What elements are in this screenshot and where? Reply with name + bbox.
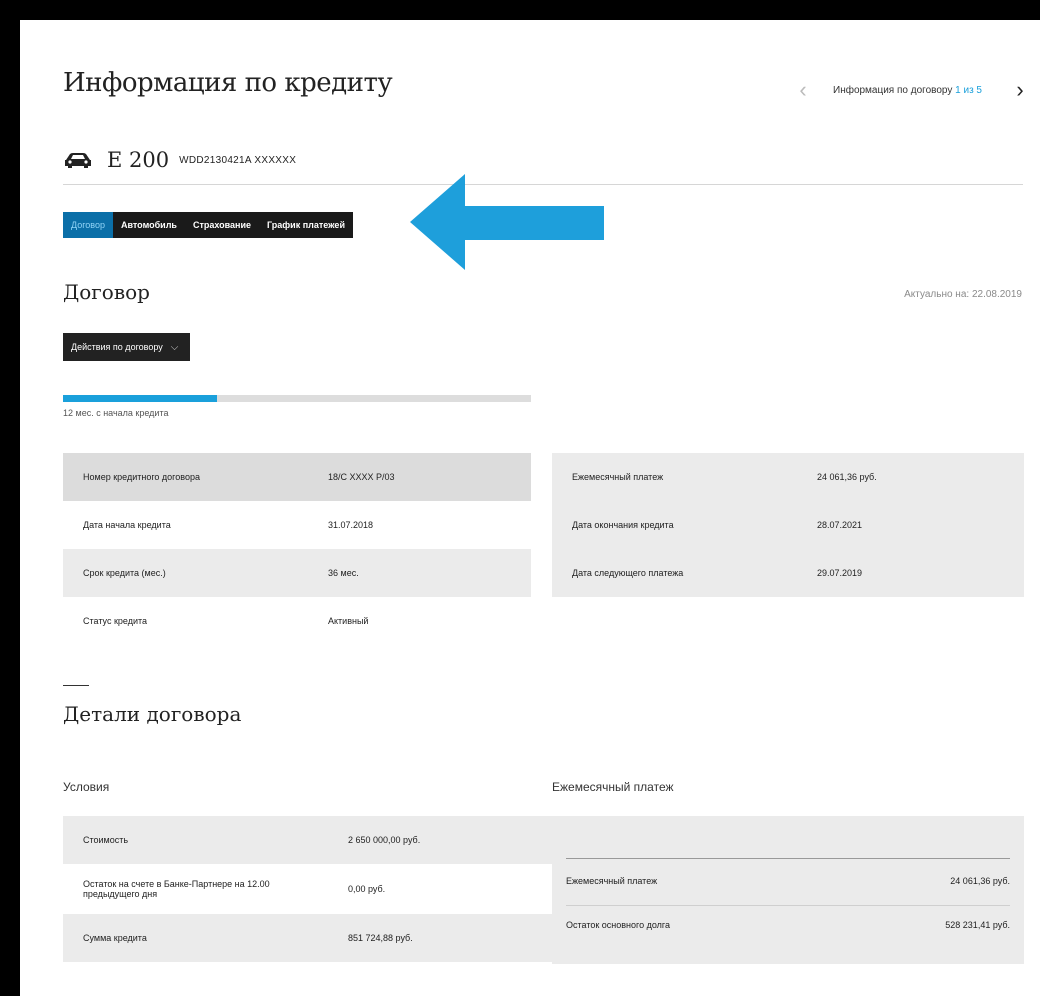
pager-text: Информация по договору 1 из 5 (833, 84, 982, 96)
row-value: 36 мес. (308, 549, 531, 597)
tab-vehicle[interactable]: Автомобиль (113, 212, 185, 238)
row-label: Дата следующего платежа (552, 549, 797, 597)
row-label: Срок кредита (мес.) (63, 549, 308, 597)
chevron-right-icon[interactable]: › (1010, 79, 1030, 101)
row-label: Дата начала кредита (83, 520, 171, 530)
as-of-date: Актуально на: 22.08.2019 (904, 289, 1022, 300)
conditions-table: Стоимость 2 650 000,00 руб. Остаток на с… (63, 816, 571, 962)
progress-label: 12 мес. с начала кредита (63, 408, 169, 418)
contract-actions-dropdown[interactable]: Действия по договору ⌵ (63, 333, 191, 361)
actions-label: Действия по договору (71, 342, 163, 352)
row-value: 29.07.2019 (797, 549, 1024, 597)
monthly-payment-box: Ежемесячный платеж 24 061,36 руб. Остато… (552, 816, 1024, 964)
page-title: Информация по кредиту (63, 68, 393, 98)
monthly-payment-title: Ежемесячный платеж (552, 780, 674, 794)
divider (566, 905, 1010, 906)
car-icon (65, 153, 91, 168)
row-value: 24 061,36 руб. (950, 876, 1010, 886)
vehicle-model: E 200 (107, 148, 170, 172)
conditions-title: Условия (63, 780, 110, 794)
row-label: Стоимость (63, 816, 328, 864)
chevron-down-icon: ⌵ (170, 341, 179, 353)
contract-pager: ‹ Информация по договору 1 из 5 › (793, 79, 1030, 101)
loan-progress-bar (63, 395, 531, 402)
table-row: Дата начала кредита 31.07.2018 (63, 501, 531, 549)
row-value: 528 231,41 руб. (945, 920, 1010, 930)
row-value: 18/С XXXX Р/03 (308, 453, 531, 501)
divider (566, 858, 1010, 859)
tab-bar: Договор Автомобиль Страхование График пл… (63, 212, 353, 238)
arrow-left-icon (410, 174, 604, 270)
row-value: 2 650 000,00 руб. (328, 816, 571, 864)
list-item: Ежемесячный платеж 24 061,36 руб. (566, 876, 1010, 886)
table-row: Стоимость 2 650 000,00 руб. (63, 816, 571, 864)
contract-heading: Договор (63, 280, 150, 304)
contract-table-right: Ежемесячный платеж 24 061,36 руб. Дата о… (552, 453, 1024, 597)
row-value: 0,00 руб. (348, 884, 386, 894)
table-row: Номер кредитного договора 18/С XXXX Р/03 (63, 453, 531, 501)
row-label: Дата окончания кредита (552, 501, 797, 549)
table-row: Статус кредита Активный (63, 597, 531, 645)
row-label: Номер кредитного договора (63, 453, 308, 501)
loan-info-page: Информация по кредиту ‹ Информация по до… (20, 20, 1040, 996)
list-item: Остаток основного долга 528 231,41 руб. (566, 920, 1010, 930)
chevron-left-icon[interactable]: ‹ (793, 79, 813, 101)
table-row: Ежемесячный платеж 24 061,36 руб. (552, 453, 1024, 501)
progress-fill (63, 395, 218, 402)
row-label: Сумма кредита (63, 914, 328, 962)
vehicle-header: E 200 WDD2130421A XXXXXX (63, 148, 296, 172)
details-heading: Детали договора (63, 702, 242, 726)
vehicle-vin: WDD2130421A XXXXXX (179, 154, 297, 166)
row-label: Ежемесячный платеж (552, 453, 797, 501)
row-label: Остаток на счете в Банке-Партнере на 12.… (83, 879, 270, 899)
table-row: Дата окончания кредита 28.07.2021 (552, 501, 1024, 549)
tab-payment-schedule[interactable]: График платежей (259, 212, 353, 238)
pager-count: 1 из 5 (955, 84, 982, 96)
table-row: Срок кредита (мес.) 36 мес. (63, 549, 531, 597)
contract-table-left: Номер кредитного договора 18/С XXXX Р/03… (63, 453, 531, 645)
row-value: Активный (328, 616, 369, 626)
row-value: 851 724,88 руб. (328, 914, 571, 962)
row-value: 28.07.2021 (797, 501, 1024, 549)
table-row: Остаток на счете в Банке-Партнере на 12.… (63, 864, 571, 914)
row-label: Ежемесячный платеж (566, 876, 658, 886)
table-row: Сумма кредита 851 724,88 руб. (63, 914, 571, 962)
tab-insurance[interactable]: Страхование (185, 212, 259, 238)
table-row: Дата следующего платежа 29.07.2019 (552, 549, 1024, 597)
section-divider (63, 685, 89, 686)
tab-contract[interactable]: Договор (63, 212, 113, 238)
row-value: 31.07.2018 (328, 520, 374, 530)
row-label: Остаток основного долга (566, 920, 671, 930)
row-value: 24 061,36 руб. (797, 453, 1024, 501)
row-label: Статус кредита (83, 616, 148, 626)
